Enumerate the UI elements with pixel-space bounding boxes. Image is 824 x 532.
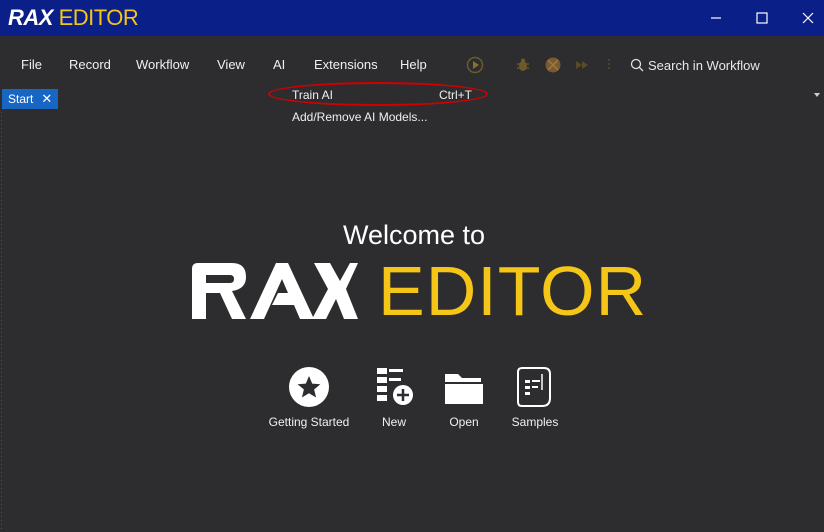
samples-icon: [517, 367, 551, 407]
maximize-button[interactable]: [746, 6, 778, 30]
close-button[interactable]: [792, 6, 824, 30]
tab-start[interactable]: Start ✕: [2, 89, 59, 109]
star-icon: [289, 367, 329, 407]
search-placeholder: Search in Workflow: [648, 57, 760, 73]
menu-bar: File Record Workflow View AI Extensions …: [0, 36, 824, 88]
new-button[interactable]: New: [372, 366, 416, 429]
brand-rax-logo: RAX: [192, 263, 358, 319]
menu-item-add-remove-ai-models[interactable]: Add/Remove AI Models...: [292, 110, 427, 124]
menu-file[interactable]: File: [21, 57, 42, 72]
app-logo: RAX EDITOR: [8, 5, 139, 30]
minimize-button[interactable]: [700, 6, 732, 30]
train-ai-shortcut: Ctrl+T: [439, 88, 472, 102]
debug-icon[interactable]: [514, 56, 532, 74]
logo-rax: RAX: [8, 5, 53, 30]
close-tab-icon[interactable]: ✕: [41, 91, 52, 107]
step-forward-icon[interactable]: [574, 56, 592, 74]
ai-dropdown-menu: Train AI Ctrl+T Add/Remove AI Models...: [270, 86, 490, 126]
brand-editor: EDITOR: [378, 252, 648, 330]
menu-workflow[interactable]: Workflow: [136, 57, 189, 72]
getting-started-button[interactable]: Getting Started: [266, 366, 352, 429]
menu-record[interactable]: Record: [69, 57, 111, 72]
add-remove-ai-label: Add/Remove AI Models...: [292, 110, 428, 124]
menu-help[interactable]: Help: [400, 57, 427, 72]
left-edge-dots: [1, 112, 2, 532]
open-button[interactable]: Open: [442, 366, 486, 429]
search-workflow[interactable]: Search in Workflow: [630, 56, 760, 74]
brand-logo: RAX EDITOR: [188, 256, 647, 326]
samples-label: Samples: [511, 415, 559, 429]
folder-icon: [445, 374, 483, 404]
run-icon[interactable]: [466, 56, 484, 74]
new-workflow-icon: [377, 368, 413, 405]
train-ai-label: Train AI: [292, 88, 333, 102]
menu-view[interactable]: View: [217, 57, 245, 72]
open-label: Open: [449, 415, 479, 429]
samples-button[interactable]: Samples: [508, 366, 562, 429]
breakpoint-icon[interactable]: [600, 56, 618, 74]
search-icon: [630, 58, 644, 72]
close-icon: [802, 12, 814, 24]
menu-extensions[interactable]: Extensions: [314, 57, 378, 72]
getting-started-label: Getting Started: [268, 415, 350, 429]
tab-overflow-icon[interactable]: [814, 93, 820, 97]
maximize-icon: [756, 12, 768, 24]
welcome-heading: Welcome to: [342, 220, 486, 250]
minimize-icon: [711, 17, 721, 19]
tab-start-label: Start: [8, 92, 34, 106]
stop-icon[interactable]: [544, 56, 562, 74]
new-label: New: [381, 415, 406, 429]
title-bar: RAX EDITOR: [0, 0, 824, 37]
logo-editor: EDITOR: [58, 5, 139, 30]
menu-ai[interactable]: AI: [273, 57, 285, 72]
